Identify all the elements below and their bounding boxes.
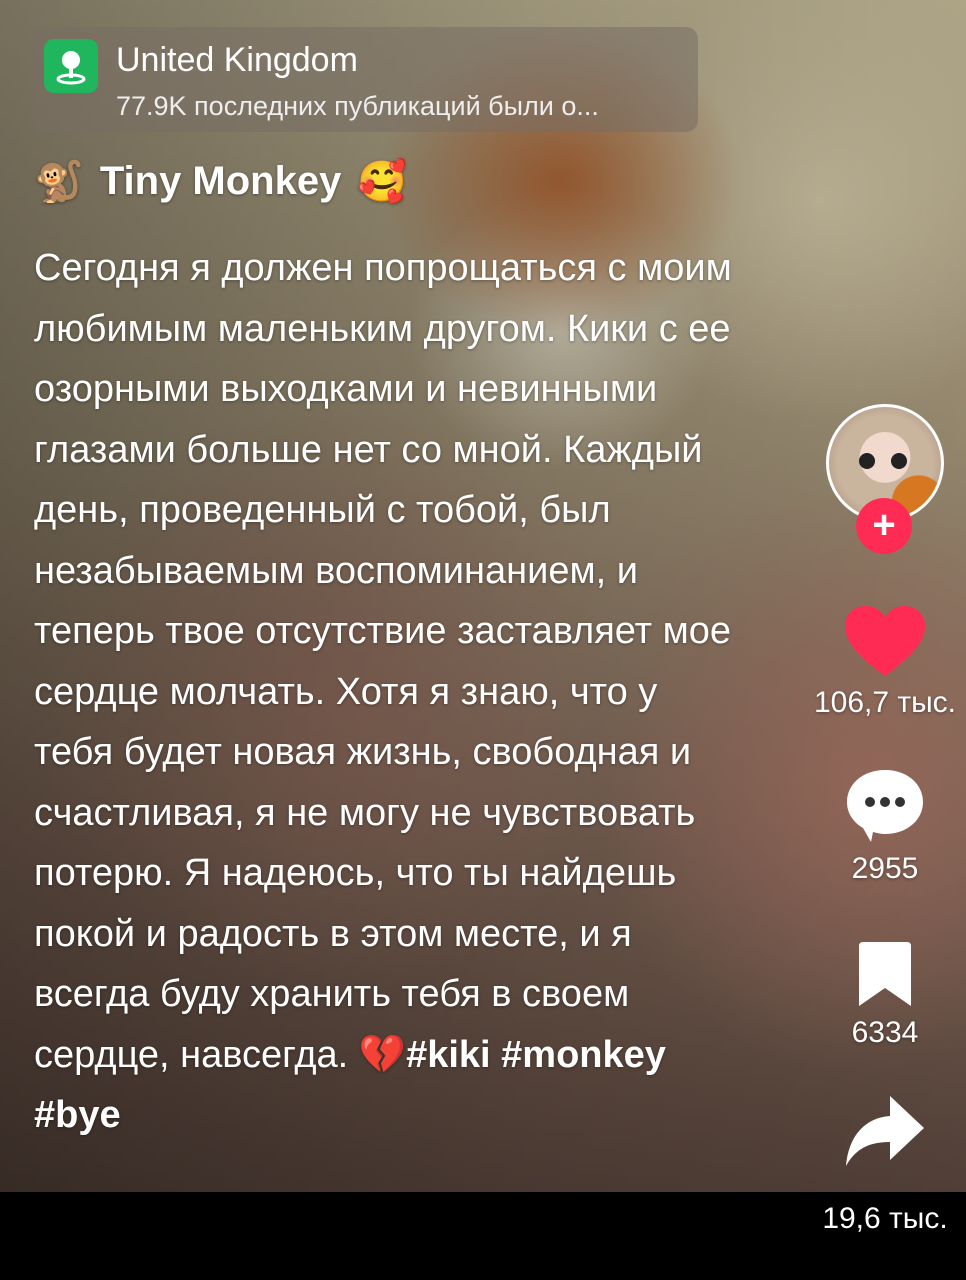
bookmark-button[interactable]: 6334 (790, 942, 966, 1050)
location-subtitle: 77.9K последних публикаций были о... (116, 91, 599, 121)
comment-count: 2955 (851, 852, 919, 885)
caption-text: Сегодня я должен попрощаться с моим люби… (34, 247, 732, 1076)
location-title: United Kingdom (116, 41, 358, 79)
share-icon (846, 1096, 924, 1166)
broken-heart-emoji: 💔 (358, 1033, 407, 1076)
monkey-emoji: 🐒 (34, 160, 84, 204)
avatar-eye (891, 453, 907, 469)
avatar-eye (859, 453, 875, 469)
bookmark-icon (859, 942, 911, 1006)
location-chip[interactable]: United Kingdom 77.9K последних публикаци… (32, 27, 698, 132)
smiling-hearts-emoji: 🥰 (357, 160, 408, 204)
comment-button[interactable]: 2955 (790, 768, 966, 886)
share-count: 19,6 тыс. (822, 1202, 948, 1235)
heart-icon (845, 606, 925, 676)
bookmark-count: 6334 (851, 1016, 919, 1049)
share-button[interactable]: 19,6 тыс. (790, 1096, 966, 1236)
video-caption[interactable]: Сегодня я должен попрощаться с моим люби… (34, 238, 734, 1146)
creator-avatar-group[interactable]: + (826, 404, 944, 554)
map-pin-icon (44, 39, 98, 93)
author-name-row[interactable]: 🐒 Tiny Monkey 🥰 (34, 158, 407, 205)
plus-icon: + (872, 503, 896, 547)
author-name[interactable]: Tiny Monkey (100, 159, 342, 204)
like-count: 106,7 тыс. (813, 686, 957, 719)
comment-icon (847, 770, 923, 842)
like-button[interactable]: 106,7 тыс. (790, 606, 966, 720)
follow-button[interactable]: + (856, 498, 912, 554)
